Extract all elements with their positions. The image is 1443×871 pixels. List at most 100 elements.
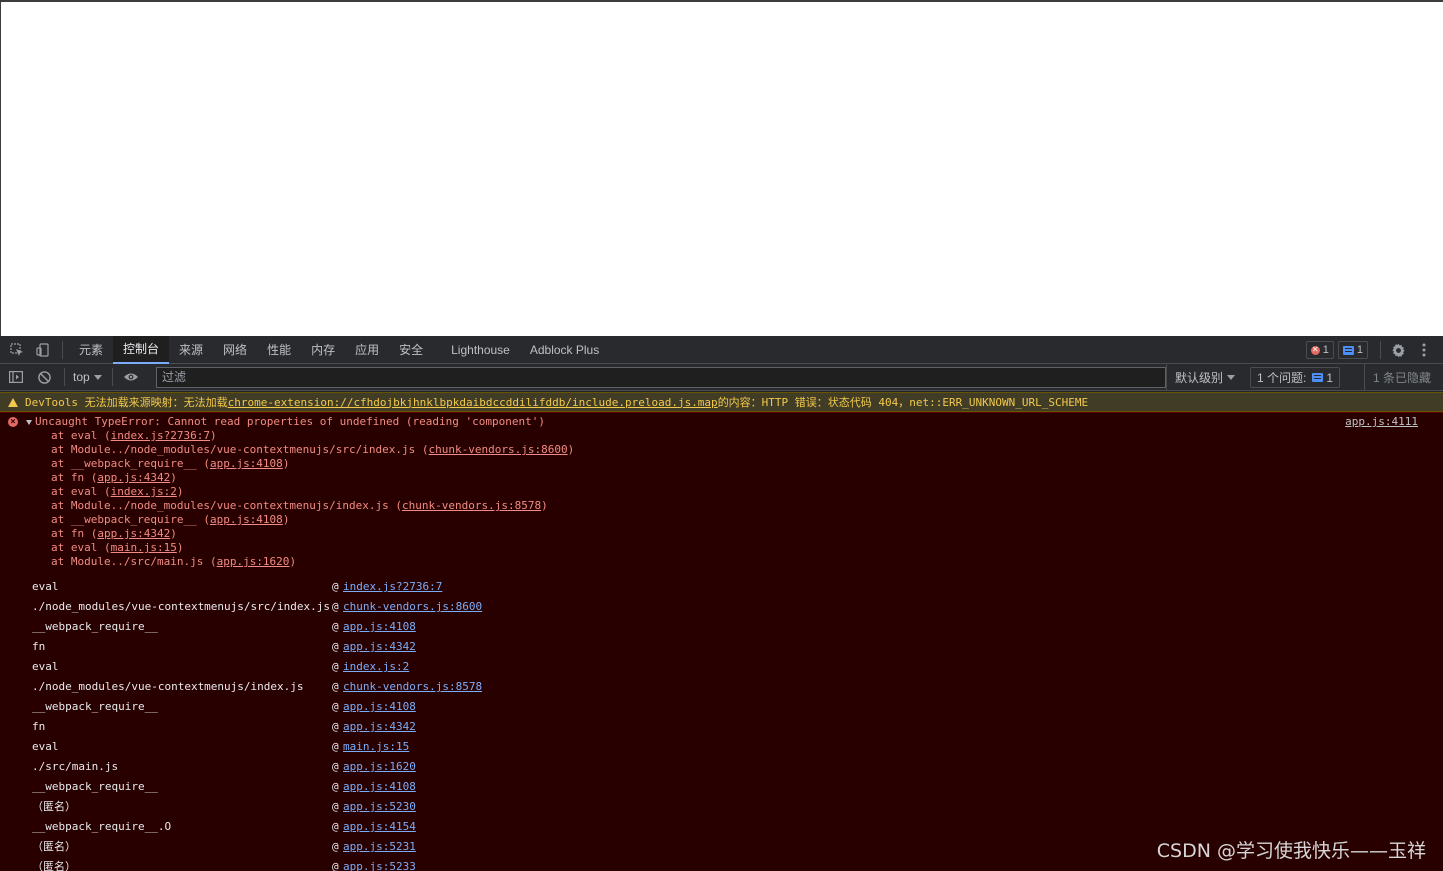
tab-elements[interactable]: 元素 bbox=[69, 336, 113, 364]
call-frame-link[interactable]: app.js:5231 bbox=[343, 837, 416, 857]
tab-memory[interactable]: 内存 bbox=[301, 336, 345, 364]
call-frame-row: __webpack_require__ @ app.js:4108 bbox=[32, 617, 502, 637]
log-levels-dropdown[interactable]: 默认级别 bbox=[1166, 364, 1243, 391]
stack-line-close: ) bbox=[282, 457, 290, 470]
tab-sources[interactable]: 来源 bbox=[169, 336, 213, 364]
call-frame-link[interactable]: app.js:4154 bbox=[343, 817, 416, 837]
devtools-tabbar: 元素 控制台 来源 网络 性能 内存 应用 安全 Lighthouse Adbl… bbox=[0, 335, 1443, 364]
console-toolbar: top 过滤 默认级别 1 个问题: 1 1 条已隐藏 bbox=[0, 364, 1443, 391]
call-frame-link[interactable]: app.js:4342 bbox=[343, 637, 416, 657]
toolbar-divider bbox=[62, 340, 63, 359]
stack-line: at eval (main.js:15) bbox=[51, 541, 574, 555]
call-frame-at: @ bbox=[332, 580, 339, 593]
call-frame-at: @ bbox=[332, 780, 339, 793]
call-frame-link[interactable]: main.js:15 bbox=[343, 737, 409, 757]
call-frame-function: eval bbox=[32, 660, 59, 673]
stack-line-link[interactable]: app.js:4342 bbox=[97, 471, 170, 484]
issues-count: 1 bbox=[1326, 370, 1334, 385]
log-levels-value: 默认级别 bbox=[1175, 371, 1224, 385]
stack-line-close: ) bbox=[176, 541, 184, 554]
stack-line: at __webpack_require__ (app.js:4108) bbox=[51, 457, 574, 471]
clear-console-icon[interactable] bbox=[30, 364, 58, 391]
call-frame-link[interactable]: app.js:5233 bbox=[343, 857, 416, 871]
tab-security[interactable]: 安全 bbox=[389, 336, 433, 364]
stack-line: at fn (app.js:4342) bbox=[51, 471, 574, 485]
warning-icon bbox=[8, 397, 18, 407]
stack-line: at Module../node_modules/vue-contextmenu… bbox=[51, 499, 574, 513]
call-frame-link[interactable]: app.js:4108 bbox=[343, 617, 416, 637]
stack-line-link[interactable]: chunk-vendors.js:8578 bbox=[402, 499, 541, 512]
call-frame-row: __webpack_require__ @ app.js:4108 bbox=[32, 777, 502, 797]
stack-line-link[interactable]: index.js?2736:7 bbox=[111, 429, 210, 442]
call-frame-link[interactable]: chunk-vendors.js:8600 bbox=[343, 597, 482, 617]
call-frame-link[interactable]: chunk-vendors.js:8578 bbox=[343, 677, 482, 697]
stack-line-link[interactable]: app.js:4108 bbox=[210, 513, 283, 526]
stack-line-link[interactable]: app.js:1620 bbox=[217, 555, 290, 568]
expand-triangle-icon[interactable] bbox=[26, 419, 32, 425]
call-frame-row: __webpack_require__.O @ app.js:4154 bbox=[32, 817, 502, 837]
chevron-down-icon bbox=[93, 374, 102, 380]
toolbar-divider bbox=[64, 368, 65, 386]
call-frame-row: eval @ index.js?2736:7 bbox=[32, 577, 502, 597]
call-frame-at: @ bbox=[332, 720, 339, 733]
call-frame-row: ./src/main.js @ app.js:1620 bbox=[32, 757, 502, 777]
call-frame-link[interactable]: app.js:4342 bbox=[343, 717, 416, 737]
error-icon: × bbox=[8, 417, 18, 427]
call-frames-table: eval @ index.js?2736:7 ./node_modules/vue-c… bbox=[32, 577, 502, 871]
stack-line: at eval (index.js?2736:7) bbox=[51, 429, 574, 443]
tab-adblock-plus[interactable]: Adblock Plus bbox=[520, 336, 609, 364]
call-frame-at: @ bbox=[332, 660, 339, 673]
call-frame-link[interactable]: app.js:4108 bbox=[343, 777, 416, 797]
tab-application[interactable]: 应用 bbox=[345, 336, 389, 364]
tab-performance[interactable]: 性能 bbox=[257, 336, 301, 364]
call-frame-function: __webpack_require__.O bbox=[32, 820, 172, 833]
more-vert-icon[interactable] bbox=[1411, 336, 1437, 364]
console-filter-input[interactable]: 过滤 bbox=[156, 367, 1166, 388]
stack-line-link[interactable]: app.js:4342 bbox=[97, 527, 170, 540]
issues-badge: 1 bbox=[1312, 371, 1333, 385]
message-count-badge[interactable]: 1 bbox=[1337, 341, 1368, 359]
call-frame-at: @ bbox=[332, 860, 339, 871]
call-frame-at: @ bbox=[332, 740, 339, 753]
device-toolbar-icon[interactable] bbox=[30, 336, 56, 364]
toolbar-divider bbox=[1380, 341, 1381, 359]
call-frame-link[interactable]: app.js:1620 bbox=[343, 757, 416, 777]
call-frame-link[interactable]: app.js:4108 bbox=[343, 697, 416, 717]
stack-line-link[interactable]: chunk-vendors.js:8600 bbox=[429, 443, 568, 456]
call-frame-at: @ bbox=[332, 760, 339, 773]
console-warning-message: DevTools 无法加载来源映射：无法加载 chrome-extension:… bbox=[0, 392, 1443, 412]
call-frame-at: @ bbox=[332, 700, 339, 713]
stack-line-link[interactable]: index.js:2 bbox=[111, 485, 177, 498]
inspect-element-icon[interactable] bbox=[4, 336, 30, 364]
stack-line-link[interactable]: main.js:15 bbox=[111, 541, 177, 554]
stack-line-text: at fn ( bbox=[51, 527, 98, 540]
tab-network[interactable]: 网络 bbox=[213, 336, 257, 364]
error-stack-trace: at eval (index.js?2736:7) at Module../nod… bbox=[51, 429, 574, 569]
call-frame-link[interactable]: app.js:5230 bbox=[343, 797, 416, 817]
warning-source-link[interactable]: chrome-extension://cfhdojbkjhnklbpkdaibd… bbox=[228, 396, 718, 409]
toolbar-divider bbox=[111, 368, 113, 386]
tab-lighthouse[interactable]: Lighthouse bbox=[441, 336, 520, 364]
error-header[interactable]: Uncaught TypeError: Cannot read properti… bbox=[26, 415, 545, 429]
error-source-link[interactable]: app.js:4111 bbox=[1345, 415, 1418, 428]
issues-counter-button[interactable]: 1 个问题: 1 bbox=[1250, 367, 1341, 388]
stack-line-link[interactable]: app.js:4108 bbox=[210, 457, 283, 470]
tab-console[interactable]: 控制台 bbox=[113, 335, 170, 364]
warning-text-suffix: 的内容：HTTP 错误：状态代码 404，net::ERR_UNKNOWN_UR… bbox=[717, 396, 1089, 409]
call-frame-function: fn bbox=[32, 640, 46, 653]
call-frame-at: @ bbox=[332, 840, 339, 853]
stack-line-text: at __webpack_require__ ( bbox=[51, 457, 210, 470]
context-selector[interactable]: top bbox=[67, 364, 108, 391]
call-frame-link[interactable]: index.js?2736:7 bbox=[343, 577, 442, 597]
error-count-badge[interactable]: ✕ 1 bbox=[1305, 341, 1334, 359]
call-frame-function: （匿名） bbox=[32, 840, 76, 853]
call-frame-at: @ bbox=[332, 620, 339, 633]
call-frame-at: @ bbox=[332, 800, 339, 813]
sidebar-toggle-icon[interactable] bbox=[2, 364, 30, 391]
issues-label: 1 个问题: bbox=[1257, 371, 1307, 385]
call-frame-row: __webpack_require__ @ app.js:4108 bbox=[32, 697, 502, 717]
hidden-messages-count: 1 条已隐藏 bbox=[1364, 364, 1439, 391]
call-frame-link[interactable]: index.js:2 bbox=[343, 657, 409, 677]
settings-gear-icon[interactable] bbox=[1385, 336, 1411, 364]
eye-icon[interactable] bbox=[117, 364, 145, 391]
